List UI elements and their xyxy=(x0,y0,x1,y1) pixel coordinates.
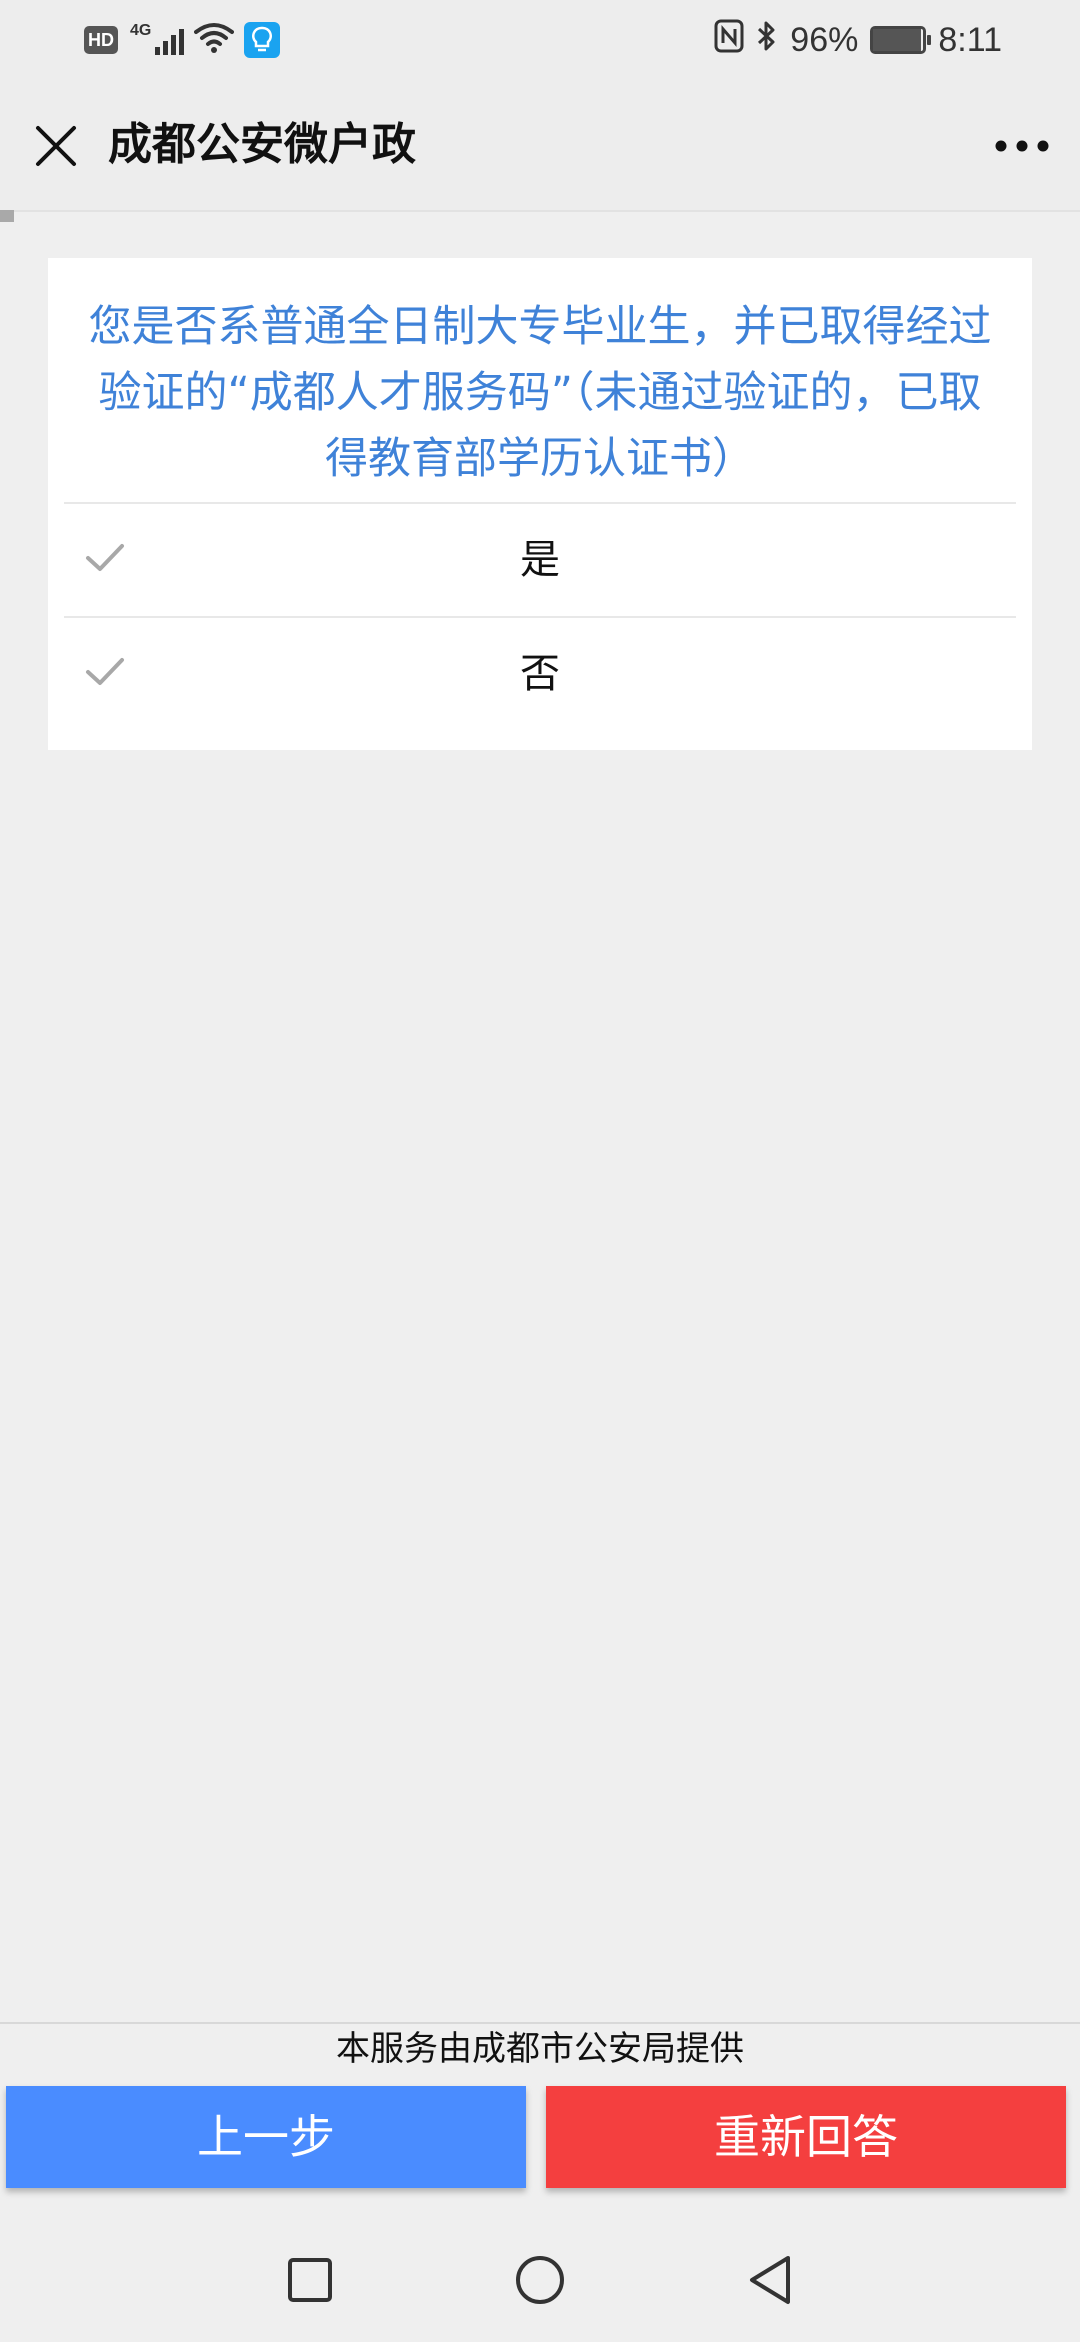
status-bar: HD 4G 96% 8:11 xyxy=(0,0,1080,82)
close-button[interactable] xyxy=(26,116,86,176)
bluetooth-icon xyxy=(756,19,778,62)
back-button[interactable] xyxy=(740,2250,800,2310)
status-left-group: HD 4G xyxy=(84,20,281,60)
title-bar: 成都公安微户政 xyxy=(0,82,1080,210)
previous-step-button[interactable]: 上一步 xyxy=(6,2086,526,2188)
bulb-icon xyxy=(244,22,281,58)
page-title: 成都公安微户政 xyxy=(108,119,416,170)
option-yes[interactable]: 是 xyxy=(64,504,1016,616)
close-icon xyxy=(36,126,76,166)
wifi-icon xyxy=(194,22,235,58)
battery-percent: 96% xyxy=(790,20,859,59)
progress-track xyxy=(0,210,1080,222)
network-type-label: 4G xyxy=(130,22,152,39)
option-label: 否 xyxy=(520,651,560,697)
question-text: 您是否系普通全日制大专毕业生，并已取得经过验证的“成都人才服务码”（未通过验证的… xyxy=(88,302,992,484)
status-time: 8:11 xyxy=(938,20,1002,59)
hd-icon: HD xyxy=(84,26,118,54)
battery-fill xyxy=(873,29,922,51)
question-card: 您是否系普通全日制大专毕业生，并已取得经过验证的“成都人才服务码”（未通过验证的… xyxy=(48,258,1032,750)
progress-fill xyxy=(0,210,14,222)
battery-icon xyxy=(870,26,932,54)
more-icon xyxy=(995,140,1049,152)
option-no[interactable]: 否 xyxy=(64,618,1016,730)
restart-button[interactable]: 重新回答 xyxy=(546,2086,1066,2188)
signal-icon xyxy=(155,25,185,55)
navigation-bar xyxy=(0,2220,1080,2340)
back-triangle-icon xyxy=(750,2256,790,2304)
status-right-group: 96% 8:11 xyxy=(714,18,1002,62)
nfc-icon xyxy=(714,19,744,62)
home-circle-icon xyxy=(516,2256,564,2304)
more-button[interactable] xyxy=(990,116,1054,176)
provider-text: 本服务由成都市公安局提供 xyxy=(336,2029,744,2069)
recents-button[interactable] xyxy=(280,2250,340,2310)
home-button[interactable] xyxy=(510,2250,570,2310)
recents-square-icon xyxy=(288,2258,332,2302)
option-label: 是 xyxy=(520,537,560,583)
